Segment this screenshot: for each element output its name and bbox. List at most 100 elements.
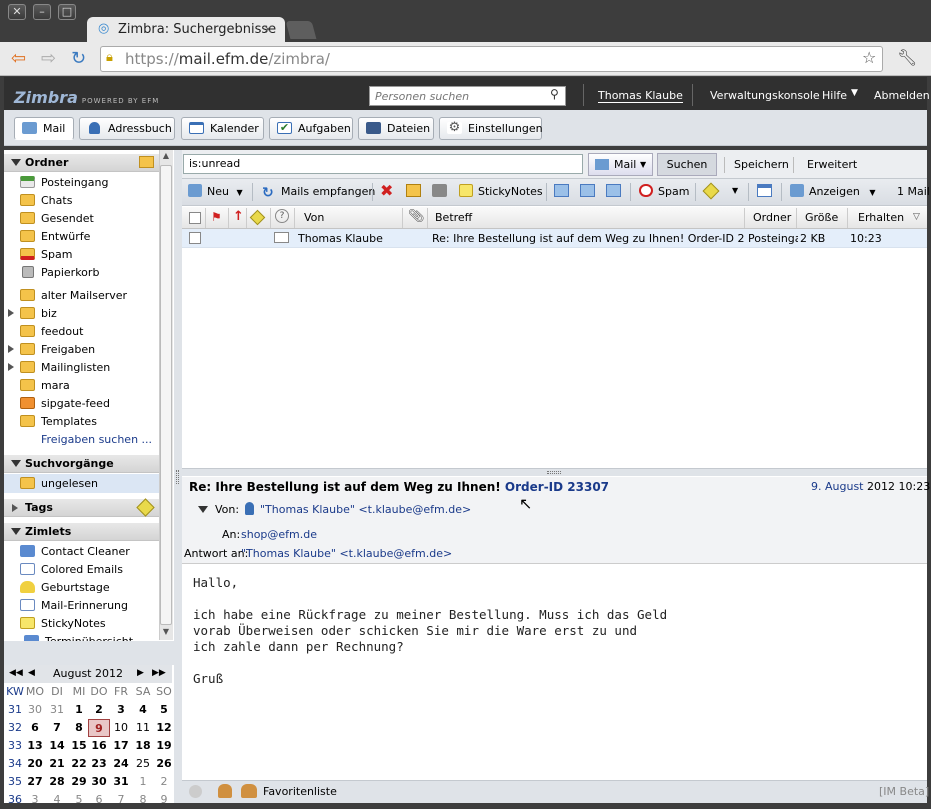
logout-link[interactable]: Abmelden xyxy=(874,89,930,102)
search-button[interactable]: Suchen xyxy=(657,153,717,176)
calendar-day[interactable]: 4 xyxy=(132,701,154,719)
status-column-icon[interactable]: ? xyxy=(275,209,289,223)
calendar-day[interactable]: 1 xyxy=(68,701,90,719)
spam-button[interactable]: Spam xyxy=(639,184,689,200)
calendar-today[interactable]: 9 xyxy=(88,719,110,737)
calendar-day[interactable]: 1 xyxy=(132,773,154,791)
calendar-day[interactable]: 21 xyxy=(46,755,68,773)
collapse-icon[interactable] xyxy=(11,528,21,535)
view-menu-button[interactable]: Anzeigen ▼ xyxy=(790,184,875,200)
people-search-input[interactable]: Personen suchen xyxy=(369,86,566,106)
next-month-icon[interactable]: ▶ xyxy=(137,668,144,678)
back-icon[interactable]: ⇦ xyxy=(11,48,26,69)
row-checkbox[interactable] xyxy=(189,232,201,244)
chevron-down-icon[interactable]: ▼ xyxy=(732,186,738,195)
new-tab-button[interactable] xyxy=(285,21,317,39)
calendar-day[interactable]: 10 xyxy=(110,719,132,737)
column-folder[interactable]: Ordner xyxy=(753,211,791,224)
bookmark-star-icon[interactable]: ☆ xyxy=(862,48,876,67)
reload-icon[interactable]: ↻ xyxy=(71,48,86,69)
column-from[interactable]: Von xyxy=(304,211,324,224)
minimize-window-icon[interactable]: – xyxy=(33,4,51,20)
calendar-day[interactable]: 5 xyxy=(68,791,90,809)
scrollbar-thumb[interactable] xyxy=(160,165,172,625)
priority-icon[interactable]: ↑ xyxy=(233,209,244,224)
calendar-day[interactable]: 28 xyxy=(46,773,68,791)
column-received[interactable]: Erhalten xyxy=(858,211,904,224)
calendar-day[interactable]: 24 xyxy=(110,755,132,773)
calendar-week-number[interactable]: 32 xyxy=(4,719,26,737)
calendar-day[interactable]: 31 xyxy=(46,701,68,719)
select-all-checkbox[interactable] xyxy=(189,212,201,224)
forward-icon[interactable]: ⇨ xyxy=(41,48,56,69)
calendar-day[interactable]: 17 xyxy=(110,737,132,755)
calendar-day[interactable]: 5 xyxy=(153,701,175,719)
splitter-grip[interactable] xyxy=(547,471,561,474)
tab-tasks[interactable]: ✔ Aufgaben xyxy=(269,117,353,140)
chevron-down-icon[interactable]: ▼ xyxy=(851,88,858,98)
expand-icon[interactable] xyxy=(8,363,14,371)
forward-icon[interactable] xyxy=(606,184,621,197)
folders-header[interactable]: Ordner xyxy=(4,154,159,172)
to-address[interactable]: shop@efm.de xyxy=(241,528,317,541)
column-size[interactable]: Größe xyxy=(805,211,838,224)
calendar-day[interactable]: 2 xyxy=(153,773,175,791)
date-link[interactable]: 9. August xyxy=(811,480,864,493)
delete-icon[interactable]: ✖ xyxy=(380,181,393,200)
buddy-list-label[interactable]: Favoritenliste xyxy=(263,785,337,798)
calendar-week-number[interactable]: 33 xyxy=(4,737,26,755)
calendar-day[interactable]: 27 xyxy=(24,773,46,791)
tab-addressbook[interactable]: Adressbuch xyxy=(79,117,175,140)
attachment-icon[interactable]: 📎︎ xyxy=(408,209,425,224)
help-menu[interactable]: Hilfe xyxy=(822,89,847,102)
user-name[interactable]: Thomas Klaube xyxy=(598,89,683,103)
from-address[interactable]: "Thomas Klaube" <t.klaube@efm.de> xyxy=(260,503,471,516)
search-icon[interactable]: ⚲ xyxy=(550,87,559,101)
column-subject[interactable]: Betreff xyxy=(435,211,472,224)
calendar-day[interactable]: 20 xyxy=(24,755,46,773)
expand-icon[interactable] xyxy=(8,345,14,353)
order-id-link[interactable]: Order-ID 23307 xyxy=(505,480,609,494)
calendar-splitter[interactable] xyxy=(4,641,174,665)
save-search-button[interactable]: Speichern xyxy=(725,153,798,176)
move-folder-icon[interactable] xyxy=(406,184,421,197)
tab-preferences[interactable]: ⚙ Einstellungen xyxy=(439,117,543,140)
expand-icon[interactable] xyxy=(8,309,14,317)
calendar-day[interactable]: 30 xyxy=(24,701,46,719)
sort-icon[interactable]: ▽ xyxy=(913,212,920,222)
reply-icon[interactable] xyxy=(554,184,569,197)
prev-year-icon[interactable]: ◀◀ xyxy=(9,668,23,678)
calendar-day[interactable]: 6 xyxy=(88,791,110,809)
collapse-icon[interactable] xyxy=(11,159,21,166)
scroll-down-icon[interactable]: ▼ xyxy=(160,627,172,639)
calendar-day[interactable]: 3 xyxy=(24,791,46,809)
collapse-icon[interactable] xyxy=(11,460,21,467)
replyto-address[interactable]: "Thomas Klaube" <t.klaube@efm.de> xyxy=(241,547,452,560)
calendar-day[interactable]: 14 xyxy=(46,737,68,755)
tab-calendar[interactable]: Kalender xyxy=(181,117,264,140)
next-year-icon[interactable]: ▶▶ xyxy=(152,668,166,678)
calendar-day[interactable]: 9 xyxy=(153,791,175,809)
advanced-search-button[interactable]: Erweitert xyxy=(798,153,866,176)
reply-all-icon[interactable] xyxy=(580,184,595,197)
expand-icon[interactable] xyxy=(12,504,18,512)
calendar-day[interactable]: 19 xyxy=(153,737,175,755)
admin-console-link[interactable]: Verwaltungskonsole xyxy=(710,89,820,102)
print-icon[interactable] xyxy=(432,184,447,197)
searches-header[interactable]: Suchvorgänge xyxy=(4,455,159,473)
tab-close-icon[interactable]: × xyxy=(263,22,273,36)
maximize-window-icon[interactable]: □ xyxy=(58,4,76,20)
calendar-week-number[interactable]: 36 xyxy=(4,791,26,809)
calendar-day[interactable]: 7 xyxy=(46,719,68,737)
receive-mail-button[interactable]: ↻ Mails empfangen xyxy=(262,184,375,201)
new-window-icon[interactable] xyxy=(757,184,772,197)
zimlets-header[interactable]: Zimlets xyxy=(4,523,159,541)
calendar-week-number[interactable]: 31 xyxy=(4,701,26,719)
tags-header[interactable]: Tags xyxy=(4,499,159,517)
calendar-day[interactable]: 7 xyxy=(110,791,132,809)
new-button[interactable]: Neu ▼ xyxy=(188,184,243,200)
presence-icon[interactable] xyxy=(189,785,202,798)
calendar-day[interactable]: 22 xyxy=(68,755,90,773)
calendar-day[interactable]: 4 xyxy=(46,791,68,809)
calendar-day[interactable]: 11 xyxy=(132,719,154,737)
